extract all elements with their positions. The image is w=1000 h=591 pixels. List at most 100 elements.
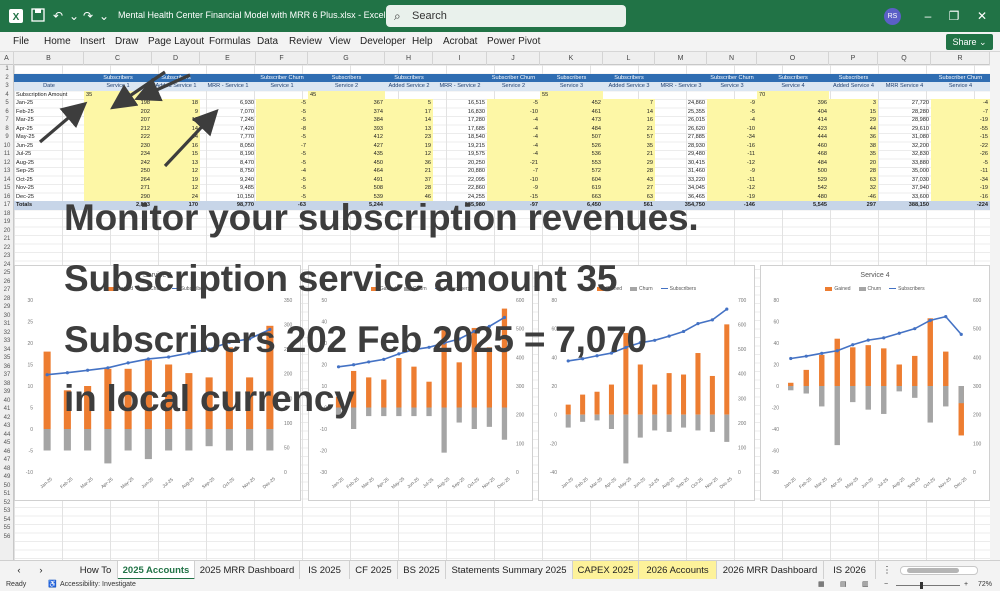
x-tick-label: Jan-25	[783, 476, 797, 489]
share-button[interactable]: Share ⌄	[946, 34, 993, 50]
y-tick-label: 25	[27, 320, 33, 326]
x-tick-label: Jan-25	[39, 476, 53, 489]
zoom-in-icon[interactable]: +	[964, 579, 968, 591]
gained-bar	[896, 364, 902, 386]
gained-bar	[396, 358, 402, 408]
x-tick-label: Sep-25	[451, 476, 466, 490]
horizontal-scrollbar[interactable]	[900, 566, 978, 575]
sheet-tab-cf-2025[interactable]: CF 2025	[350, 561, 398, 580]
subscribers-point	[882, 336, 886, 340]
sheet-tab-capex-2025[interactable]: CAPEX 2025	[573, 561, 639, 580]
close-icon[interactable]: ✕	[974, 8, 990, 24]
zoom-out-icon[interactable]: −	[884, 579, 888, 591]
normal-view-icon[interactable]: ▦	[818, 579, 825, 591]
avatar[interactable]: RS	[884, 8, 901, 25]
overlay-line-1: Monitor your subscription revenues.	[64, 197, 699, 238]
window-title: Mental Health Center Financial Model wit…	[118, 10, 386, 20]
y2-tick-label: 300	[738, 396, 747, 402]
save-icon[interactable]	[30, 8, 46, 24]
x-tick-label: Dec-25	[262, 476, 277, 490]
x-tick-label: Feb-25	[59, 476, 74, 489]
more-tabs-icon[interactable]: ⋮	[878, 561, 896, 580]
x-tick-label: Jul-25	[422, 477, 435, 489]
gained-bar	[788, 382, 794, 386]
y-tick-label: -80	[772, 470, 779, 476]
tab-acrobat[interactable]: Acrobat	[443, 36, 477, 47]
zoom-level[interactable]: 72%	[978, 579, 992, 591]
tab-review[interactable]: Review	[289, 36, 322, 47]
undo-icon[interactable]: ↶	[50, 8, 66, 24]
y2-tick-label: 200	[738, 421, 747, 427]
search-box[interactable]: ⌕ Search	[386, 5, 626, 27]
churn-bar	[165, 429, 173, 451]
sheet-tab-2025-accounts[interactable]: 2025 Accounts	[118, 561, 195, 580]
zoom-slider[interactable]	[896, 582, 960, 589]
tab-help[interactable]: Help	[412, 36, 433, 47]
page-layout-view-icon[interactable]: ▤	[840, 579, 847, 591]
tab-page-layout[interactable]: Page Layout	[148, 36, 204, 47]
restore-icon[interactable]: ❐	[946, 8, 962, 24]
page-break-view-icon[interactable]: ▥	[862, 579, 869, 591]
y2-tick-label: 100	[284, 421, 293, 427]
sheet-tab-statements-summary-2025[interactable]: Statements Summary 2025	[446, 561, 573, 580]
sheet-tab-2025-mrr-dashboard[interactable]: 2025 MRR Dashboard	[195, 561, 300, 580]
sheet-tab-2026-accounts[interactable]: 2026 Accounts	[639, 561, 717, 580]
y-tick-label: 15	[27, 363, 33, 369]
x-tick-label: Mar-25	[79, 476, 94, 489]
next-sheet-icon[interactable]: ›	[30, 561, 52, 580]
x-tick-label: Jan-25	[560, 476, 574, 489]
tab-draw[interactable]: Draw	[115, 36, 138, 47]
x-tick-label: Apr-25	[100, 476, 114, 489]
subscribers-point	[820, 351, 824, 355]
y2-tick-label: 100	[973, 441, 982, 447]
tab-file[interactable]: File	[13, 36, 29, 47]
worksheet[interactable]: ABCDEFGHIJKLMNOPQR 1 2 3 4 5 6 7 8 9 10 11 12 13 14 15…	[0, 52, 990, 560]
redo-icon[interactable]: ↷	[80, 8, 96, 24]
tab-view[interactable]: View	[329, 36, 351, 47]
sheet-tab-how-to[interactable]: How To	[74, 561, 118, 580]
gained-bar	[594, 391, 600, 415]
scroll-thumb[interactable]	[907, 568, 959, 573]
y-tick-label: 0	[554, 413, 557, 419]
quick-access-more-icon[interactable]: ⌄	[96, 8, 112, 24]
tab-power-pivot[interactable]: Power Pivot	[487, 36, 540, 47]
sheet-tab-2026-mrr-dashboard[interactable]: 2026 MRR Dashboard	[717, 561, 824, 580]
churn-bar	[124, 429, 132, 451]
churn-bar	[246, 429, 254, 451]
tab-insert[interactable]: Insert	[80, 36, 105, 47]
vertical-scrollbar[interactable]	[990, 52, 1000, 560]
y2-tick-label: 700	[738, 298, 747, 304]
x-tick-label: Aug-25	[181, 476, 196, 490]
tab-developer[interactable]: Developer	[360, 36, 406, 47]
gained-bar	[411, 366, 417, 408]
zoom-slider-thumb[interactable]	[920, 582, 923, 589]
prev-sheet-icon[interactable]: ‹	[8, 561, 30, 580]
tab-home[interactable]: Home	[44, 36, 71, 47]
gained-bar	[865, 345, 871, 386]
churn-bar	[84, 429, 92, 451]
x-tick-label: Aug-25	[436, 476, 451, 490]
excel-logo-icon: X	[8, 8, 24, 24]
sheet-tab-is-2025[interactable]: IS 2025	[300, 561, 350, 580]
x-tick-label: Dec-25	[496, 476, 511, 490]
churn-bar	[637, 414, 643, 438]
accessibility-status[interactable]: Accessibility: Investigate	[60, 579, 136, 591]
churn-bar	[426, 407, 432, 417]
churn-bar	[411, 407, 417, 417]
chart-service-4[interactable]: Service 4 Gained Churn Subscribers 80 60 40 20 0…	[760, 265, 990, 501]
chart-service-3[interactable]: Gained Churn Subscribers 80 60 40 20 0 -20 -40 700…	[538, 265, 755, 501]
churn-bar	[396, 407, 402, 417]
churn-bar	[850, 386, 856, 403]
tab-formulas[interactable]: Formulas	[209, 36, 251, 47]
tab-data[interactable]: Data	[257, 36, 278, 47]
title-bar: X ↶ ⌄ ↷ ⌄ Mental Health Center Financial…	[0, 0, 1000, 32]
subscribers-point	[835, 349, 839, 353]
sheet-tab-bs-2025[interactable]: BS 2025	[398, 561, 446, 580]
x-tick-label: Oct-25	[222, 476, 236, 489]
subscribers-point	[86, 368, 90, 372]
minimize-icon[interactable]: –	[920, 8, 936, 24]
sheet-tab-is-2026[interactable]: IS 2026	[824, 561, 876, 580]
y2-tick-label: 600	[738, 323, 747, 329]
subscribers-point	[65, 371, 69, 375]
x-tick-label: Jan-25	[331, 476, 345, 489]
